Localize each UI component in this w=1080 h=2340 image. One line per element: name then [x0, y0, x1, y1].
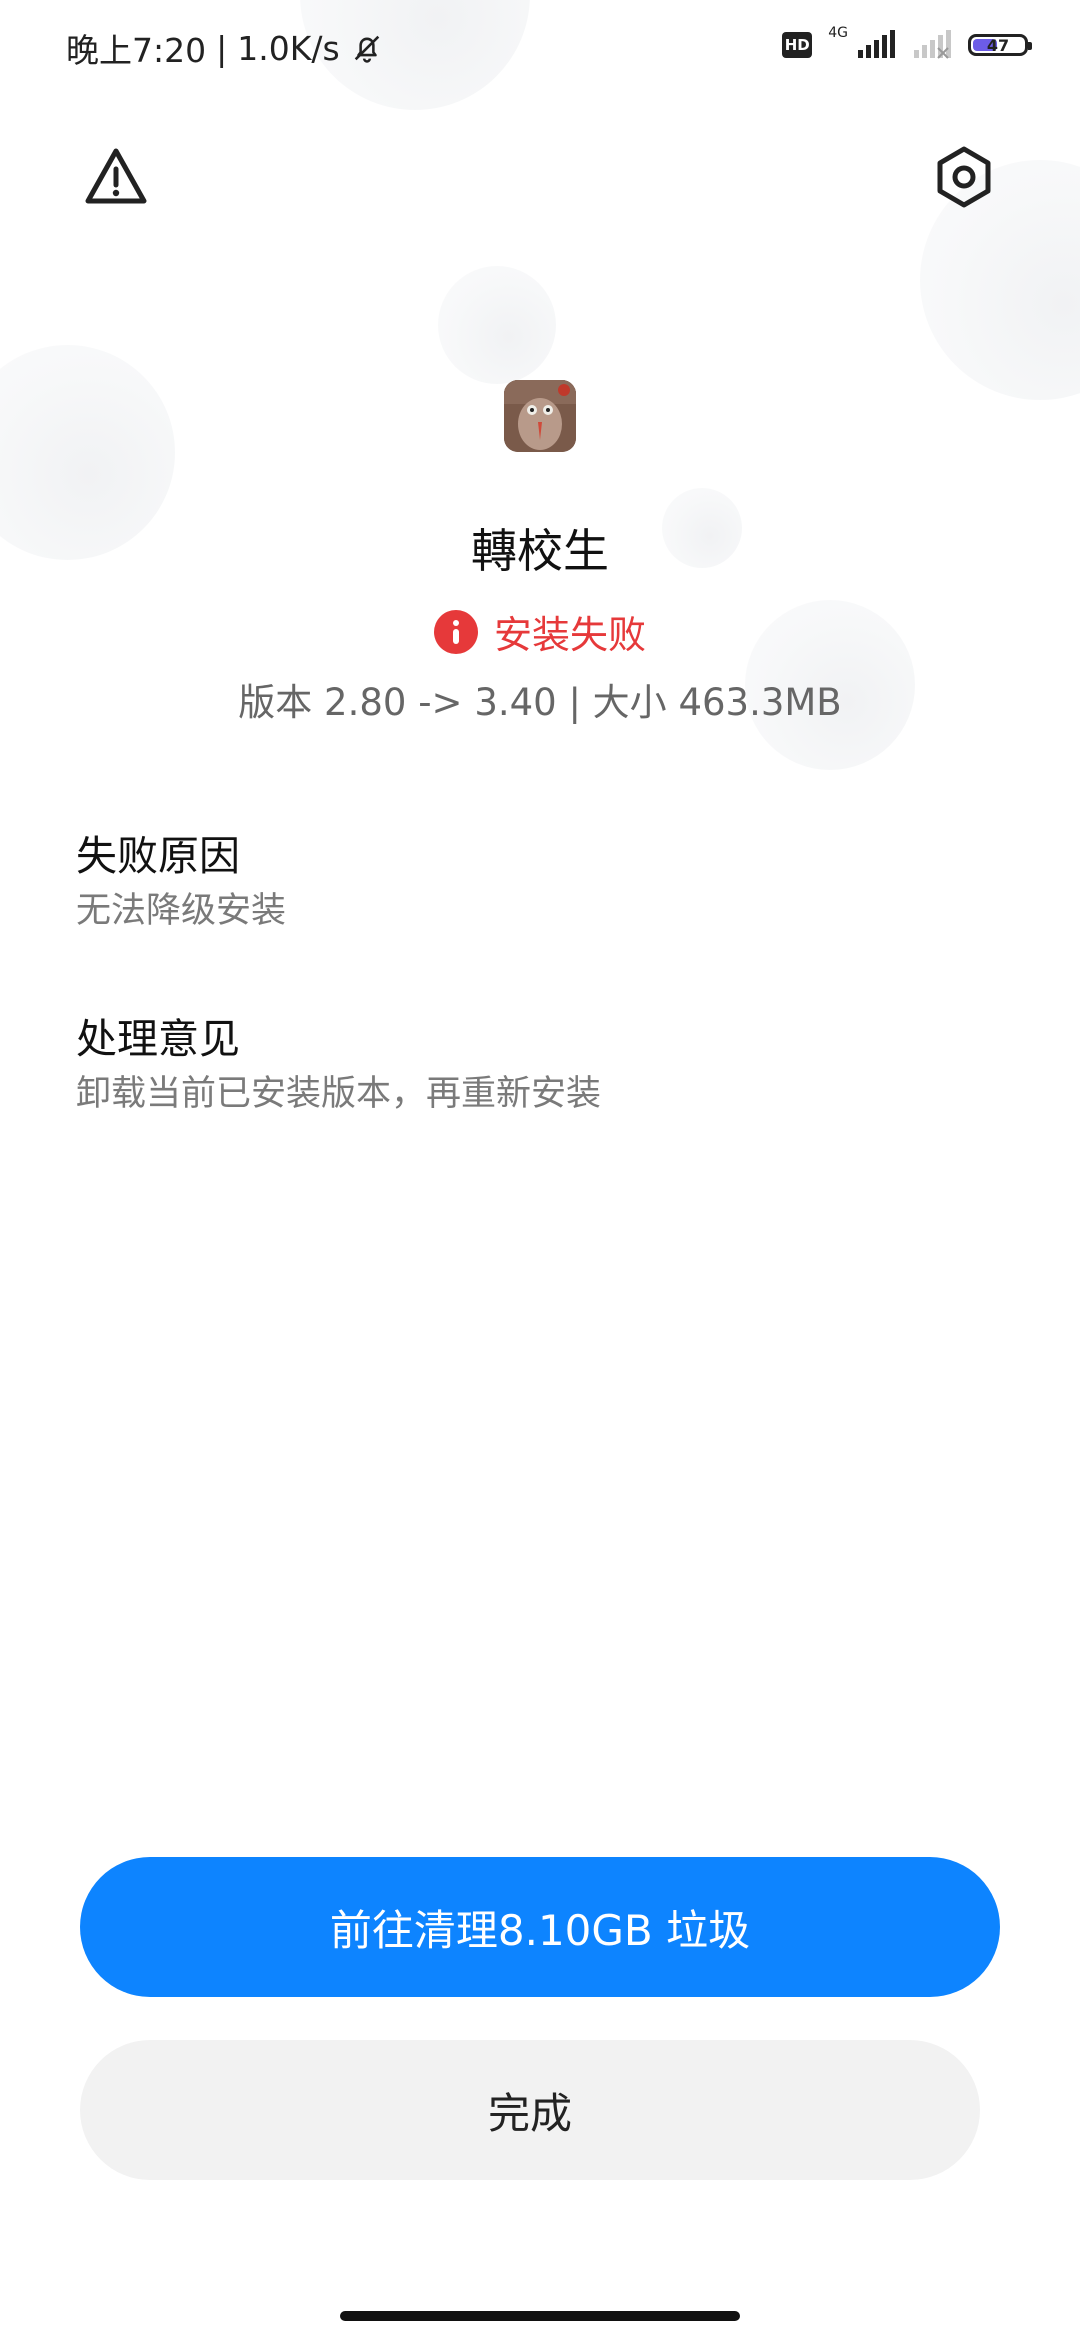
failure-reason-text: 无法降级安装 — [76, 891, 287, 931]
advice-title: 处理意见 — [76, 1015, 240, 1063]
battery-icon: 47 — [968, 34, 1032, 56]
app-icon — [504, 380, 576, 452]
decor-bubble — [438, 266, 556, 384]
done-button[interactable]: 完成 — [80, 2040, 980, 2180]
status-net-speed: 1.0K/s — [237, 28, 340, 68]
status-time: 晚上7:20 — [66, 31, 207, 70]
network-type: 4G — [828, 25, 848, 41]
install-status-text: 安装失败 — [493, 613, 646, 657]
hd-badge: HD — [782, 32, 813, 58]
install-status: 安装失败 — [0, 604, 1080, 659]
status-bar-right: HD 4G 47 — [782, 25, 1032, 60]
settings-gear-icon[interactable] — [932, 145, 996, 209]
battery-level: 47 — [986, 35, 1010, 55]
battery-tip — [1028, 42, 1032, 50]
signal-disabled-icon — [914, 30, 951, 59]
status-bar: 晚上7:20 | 1.0K/s HD 4G 47 — [0, 0, 1080, 96]
warning-triangle-icon[interactable] — [84, 145, 148, 209]
install-result-screen: 晚上7:20 | 1.0K/s HD 4G 47 轉校生 安装失败 版本 2.8… — [0, 0, 1080, 2340]
signal-icon — [858, 30, 895, 58]
status-bar-left: 晚上7:20 | 1.0K/s — [66, 24, 384, 72]
error-icon — [433, 609, 478, 654]
failure-reason-title: 失败原因 — [76, 832, 240, 880]
clean-junk-button[interactable]: 前往清理8.10GB 垃圾 — [80, 1857, 1000, 1997]
status-separator: | — [216, 28, 228, 68]
advice-text: 卸载当前已安装版本，再重新安装 — [76, 1074, 602, 1114]
bell-off-icon — [354, 35, 379, 63]
home-indicator[interactable] — [340, 2311, 740, 2321]
app-name: 轉校生 — [471, 524, 609, 578]
version-size-info: 版本 2.80 -> 3.40 | 大小 463.3MB — [238, 681, 842, 724]
